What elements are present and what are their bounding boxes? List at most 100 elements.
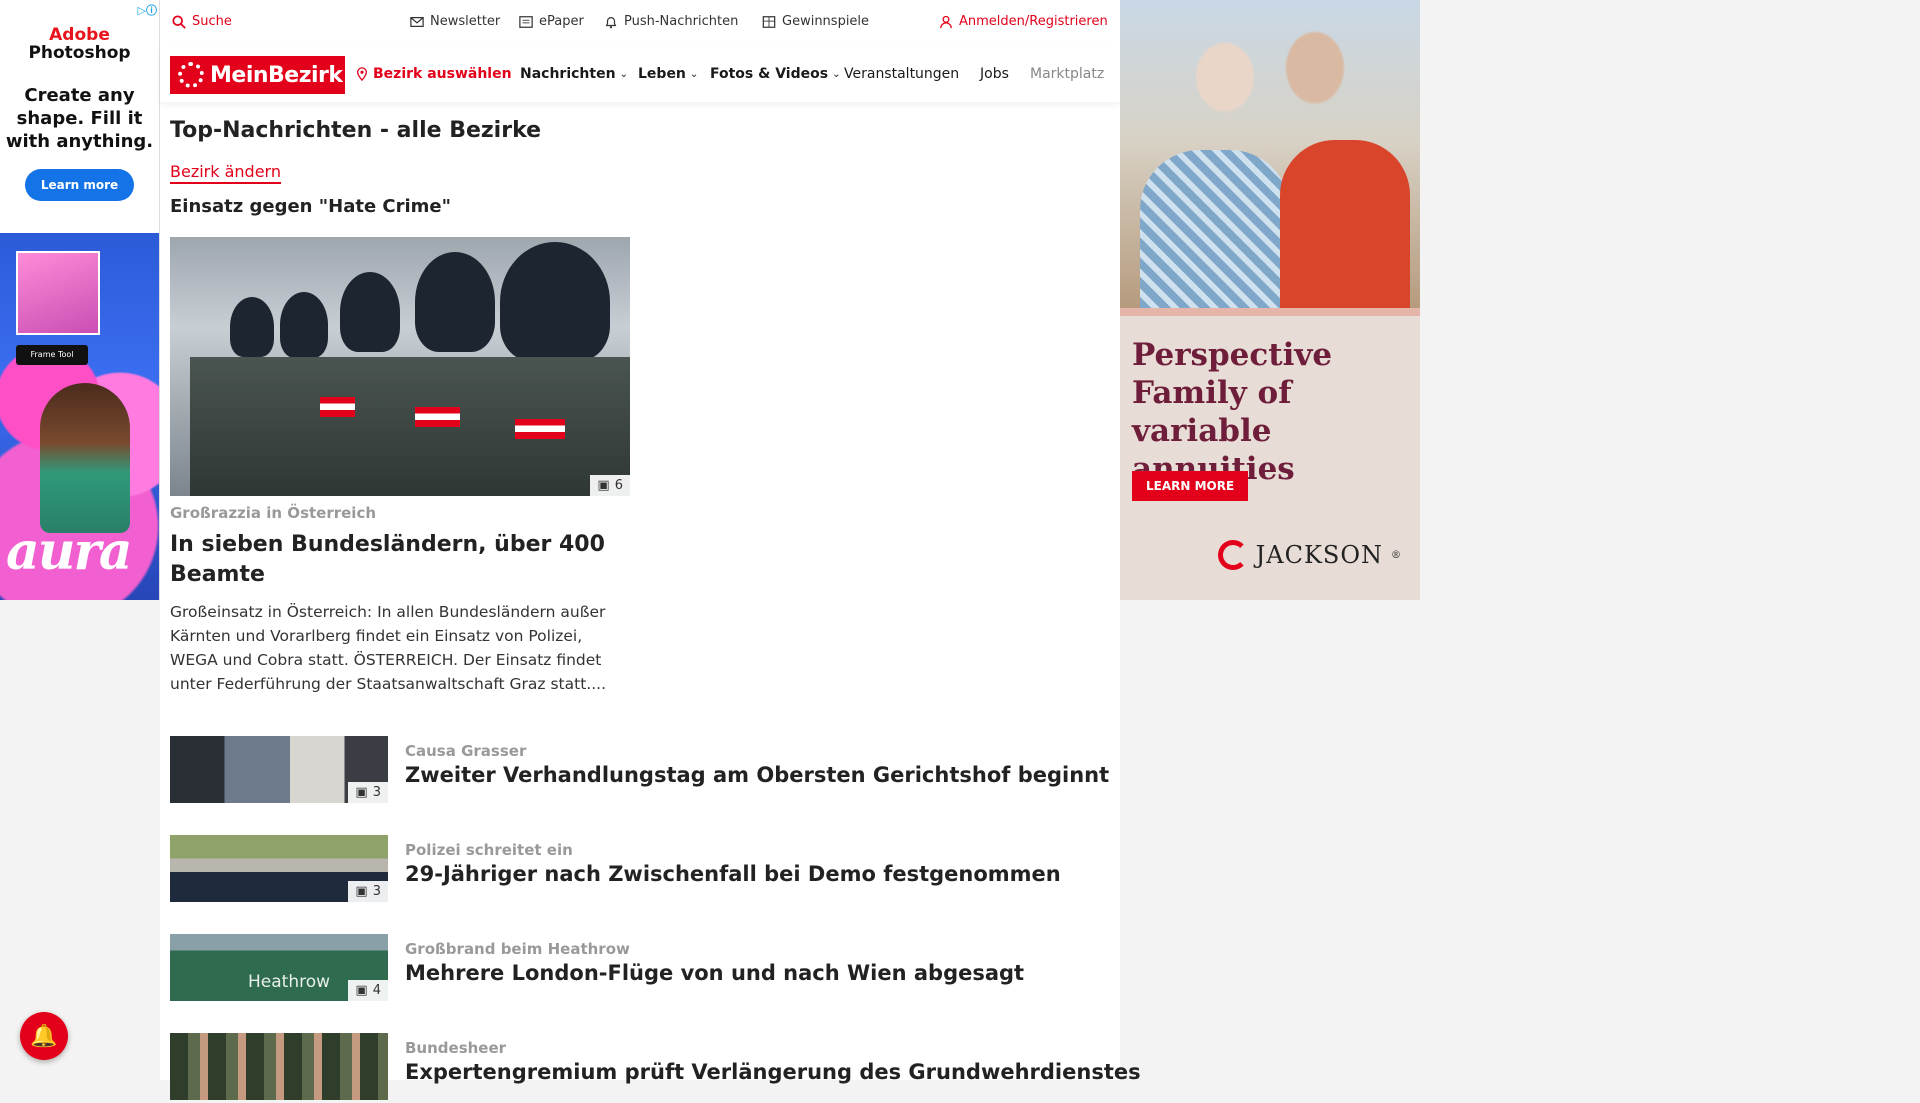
ad-brand-mark: ® xyxy=(1391,549,1402,561)
chevron-down-icon: ⌄ xyxy=(832,68,841,80)
flag-patch xyxy=(320,397,355,417)
ad-left-skyscraper[interactable]: ▷ⓘ Adobe Photoshop Create any shape. Fil… xyxy=(0,0,160,600)
nav-item-label: Nachrichten xyxy=(520,66,616,82)
login-label: Anmelden/Registrieren xyxy=(959,14,1108,29)
ad-frame-tool-pill: Frame Tool xyxy=(16,345,88,365)
article-item[interactable]: ▣ 3 Polizei schreitet ein 29-Jähriger nac… xyxy=(170,835,1110,905)
article-title[interactable]: Expertengremium prüft Verlängerung des G… xyxy=(405,1060,1141,1084)
push-notifications-link[interactable]: Push-Nachrichten xyxy=(604,14,738,29)
search-link[interactable]: Suche xyxy=(172,14,232,29)
image-count-badge: ▣ 3 xyxy=(348,782,388,803)
contests-link[interactable]: Gewinnspiele xyxy=(762,14,869,29)
flag-patch xyxy=(415,407,460,427)
article-kicker: Großbrand beim Heathrow xyxy=(405,940,630,958)
page-title: Top-Nachrichten - alle Bezirke xyxy=(170,118,542,143)
epaper-link[interactable]: ePaper xyxy=(519,14,584,29)
ad-learn-more-button[interactable]: Learn more xyxy=(24,169,135,201)
helmet-shape xyxy=(340,272,400,352)
article-title[interactable]: 29-Jähriger nach Zwischenfall bei Demo f… xyxy=(405,862,1061,886)
district-select-button[interactable]: Bezirk auswählen xyxy=(355,66,512,82)
article-kicker: Polizei schreitet ein xyxy=(405,841,573,859)
ad-brand-name: JACKSON xyxy=(1255,541,1383,569)
login-link[interactable]: Anmelden/Registrieren xyxy=(939,14,1108,29)
nav-item-nachrichten[interactable]: Nachrichten ⌄ xyxy=(520,66,628,82)
image-count: 3 xyxy=(372,884,381,899)
article-kicker: Bundesheer xyxy=(405,1039,507,1057)
jackson-logo-icon xyxy=(1217,540,1248,570)
nav-item-jobs[interactable]: Jobs xyxy=(980,66,1009,82)
gallery-icon: ▣ xyxy=(355,785,368,800)
newsletter-label: Newsletter xyxy=(430,14,501,29)
adchoices-icon[interactable]: ▷ⓘ xyxy=(138,2,157,18)
image-count: 6 xyxy=(614,478,623,493)
gift-icon xyxy=(762,15,776,28)
article-title[interactable]: Zweiter Verhandlungstag am Obersten Geri… xyxy=(405,763,1109,787)
gallery-icon: ▣ xyxy=(355,884,368,899)
ad-brand-logo: JACKSON ® xyxy=(1217,540,1402,570)
ad-art-word: aura xyxy=(6,521,133,582)
chevron-down-icon: ⌄ xyxy=(689,68,699,80)
site-logo[interactable]: MeinBezirk xyxy=(170,56,345,94)
epaper-label: ePaper xyxy=(539,14,584,29)
notification-bell-button[interactable]: 🔔 xyxy=(20,1012,68,1060)
article-item[interactable]: Heathrow ▣ 4 Großbrand beim Heathrow Mehr… xyxy=(170,934,1110,1004)
image-count: 4 xyxy=(372,983,381,998)
nav-item-veranstaltungen[interactable]: Veranstaltungen xyxy=(844,66,959,82)
lead-article-image[interactable]: ▣ 6 xyxy=(170,237,630,496)
gallery-icon: ▣ xyxy=(597,478,610,493)
ad-headline: Perspective Family of variable annuities xyxy=(1132,337,1333,487)
contests-label: Gewinnspiele xyxy=(782,14,870,29)
newsletter-link[interactable]: Newsletter xyxy=(410,14,500,29)
ad-learn-more-button[interactable]: LEARN MORE xyxy=(1132,471,1249,501)
helmet-shape xyxy=(280,292,328,358)
lead-teaser: Großeinsatz in Österreich: In allen Bund… xyxy=(170,603,606,693)
helmet-shape xyxy=(415,252,495,352)
helmet-shape xyxy=(230,297,274,357)
ad-left-copy: Adobe Photoshop Create any shape. Fill i… xyxy=(0,0,159,233)
nav-item-leben[interactable]: Leben ⌄ xyxy=(638,66,698,82)
article-thumbnail[interactable]: Heathrow ▣ 4 xyxy=(170,934,388,1001)
lead-kicker: Großrazzia in Österreich xyxy=(170,504,377,522)
article-title[interactable]: Mehrere London-Flüge von und nach Wien a… xyxy=(405,961,1024,985)
topic-heading[interactable]: Einsatz gegen "Hate Crime" xyxy=(170,196,451,217)
nav-item-label: Marktplatz xyxy=(1030,66,1105,82)
utility-bar: Suche Newsletter ePaper Push-Nachrichten… xyxy=(160,0,1120,46)
article-thumbnail[interactable] xyxy=(170,1033,388,1100)
nav-item-marktplatz[interactable]: Marktplatz xyxy=(1030,66,1104,82)
image-count-badge: ▣ 3 xyxy=(348,881,388,902)
article-thumbnail[interactable]: ▣ 3 xyxy=(170,736,388,803)
image-count: 3 xyxy=(372,785,381,800)
main-column: Suche Newsletter ePaper Push-Nachrichten… xyxy=(160,0,1141,1100)
logo-text: MeinBezirk xyxy=(210,62,343,88)
lead-title[interactable]: In sieben Bundesländern, über 400 Beamte xyxy=(170,530,610,590)
thumb-sign-text: Heathrow xyxy=(248,972,331,992)
image-count-badge: ▣ 6 xyxy=(590,475,630,496)
ad-thumb-image xyxy=(16,251,100,335)
article-kicker: Causa Grasser xyxy=(405,742,527,760)
change-district-link[interactable]: Bezirk ändern xyxy=(170,162,281,184)
newspaper-icon xyxy=(519,15,533,28)
user-icon xyxy=(940,15,952,28)
district-select-label: Bezirk auswählen xyxy=(373,66,512,82)
article-item[interactable]: ▣ 3 Causa Grasser Zweiter Verhandlungstag… xyxy=(170,736,1110,806)
nav-item-label: Leben xyxy=(638,66,686,82)
ad-left-artwork: Frame Tool aura xyxy=(0,233,159,600)
map-pin-icon xyxy=(356,67,368,81)
flag-patch xyxy=(515,419,565,439)
article-thumbnail[interactable]: ▣ 3 xyxy=(170,835,388,902)
bell-icon: 🔔 xyxy=(30,1023,58,1049)
nav-item-fotos-videos[interactable]: Fotos & Videos ⌄ xyxy=(710,66,840,82)
mail-icon xyxy=(410,16,424,27)
bell-icon xyxy=(605,16,617,28)
image-count-badge: ▣ 4 xyxy=(348,980,388,1001)
gallery-icon: ▣ xyxy=(355,983,368,998)
ad-right-rectangle[interactable]: ▷ⓘ Perspective Family of variable annuit… xyxy=(1120,0,1420,600)
ad-brand-line2: Photoshop xyxy=(28,43,131,63)
chevron-down-icon: ⌄ xyxy=(619,68,628,80)
search-icon xyxy=(172,14,186,29)
ad-headline: Create any shape. Fill it with anything. xyxy=(5,85,154,152)
ad-photo xyxy=(1120,0,1420,308)
ad-brand-line1: Adobe xyxy=(49,25,110,45)
ad-figure-image xyxy=(40,383,130,533)
article-item[interactable]: Bundesheer Expertengremium prüft Verläng… xyxy=(170,1033,1141,1103)
